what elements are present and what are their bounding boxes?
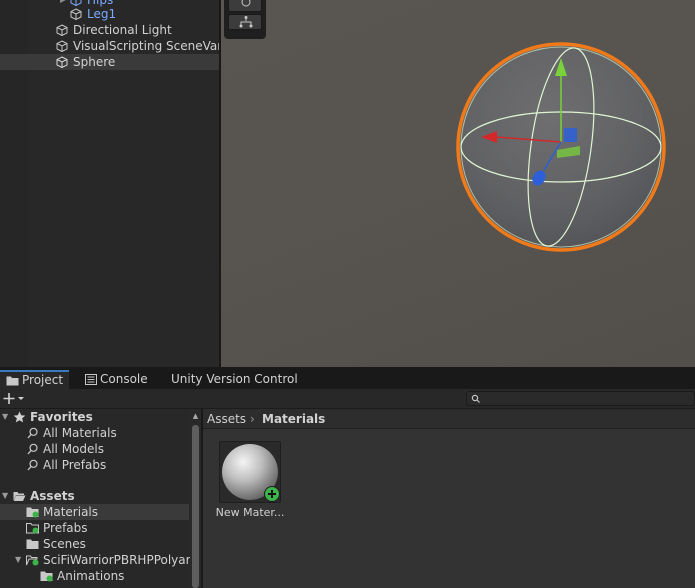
tree-item-materials[interactable]: Materials [0, 504, 189, 520]
folder-icon [6, 376, 19, 386]
tree-item-all-prefabs[interactable]: All Prefabs [0, 457, 189, 473]
breadcrumb-assets[interactable]: Assets [207, 409, 246, 429]
search-icon [27, 443, 38, 455]
collapse-arrow-icon[interactable]: ▼ [2, 409, 8, 425]
rotate-tool-icon [241, 0, 251, 7]
tree-item-label: Scenes [43, 537, 86, 551]
hierarchy-item-visualscripting[interactable]: VisualScripting SceneVari [0, 38, 219, 54]
hierarchy-tool-icon [239, 16, 253, 28]
asset-label: New Mater... [215, 506, 285, 519]
breadcrumb-materials[interactable]: Materials [262, 409, 325, 429]
search-icon [27, 427, 38, 439]
tree-item-label: All Prefabs [43, 458, 107, 472]
folder-icon [26, 539, 39, 549]
hierarchy-item-leg1[interactable]: Leg1 [0, 6, 219, 22]
tree-item-label: Favorites [30, 410, 93, 424]
tree-item-label: All Materials [43, 426, 117, 440]
hierarchy-item-label: Directional Light [73, 23, 172, 37]
tree-item-scifiwarrior[interactable]: ▼ SciFiWarriorPBRHPPolyar [0, 552, 191, 568]
tree-item-scenes[interactable]: Scenes [0, 536, 189, 552]
scene-tool-button-rotate[interactable] [228, 0, 262, 12]
gameobject-cube-icon [70, 8, 82, 20]
open-folder-icon [26, 555, 39, 566]
plus-icon [3, 393, 24, 404]
gameobject-cube-icon [56, 24, 68, 36]
tree-item-all-models[interactable]: All Models [0, 441, 189, 457]
tree-item-label: Prefabs [43, 521, 88, 535]
add-badge-icon [264, 486, 280, 502]
scene-viewport[interactable] [221, 0, 695, 367]
hierarchy-item-label: Sphere [73, 55, 116, 69]
scrollbar-thumb[interactable] [192, 425, 199, 588]
material-thumbnail[interactable] [219, 441, 281, 503]
project-folder-tree: ▼ Favorites All Materials All Models All… [0, 409, 201, 588]
tree-item-label: Animations [57, 569, 125, 583]
tree-item-label: Assets [30, 489, 75, 503]
gameobject-cube-icon [56, 40, 68, 52]
tree-item-prefabs[interactable]: Prefabs [0, 520, 189, 536]
tab-unity-version-control[interactable]: Unity Version Control [165, 370, 304, 389]
star-icon [13, 411, 26, 423]
tab-label: Project [22, 373, 64, 387]
tree-item-label: Materials [43, 505, 99, 519]
hierarchy-panel: ▶ Hips Leg1 Directional Light VisualScri… [0, 0, 219, 367]
tree-item-all-materials[interactable]: All Materials [0, 425, 189, 441]
gameobject-cube-icon [56, 56, 68, 68]
chevron-down-icon [18, 397, 24, 400]
asset-item-new-material[interactable]: New Mater... [216, 441, 284, 521]
xy-plane-handle-icon[interactable] [564, 128, 577, 142]
tab-label: Unity Version Control [171, 372, 298, 386]
folder-icon [40, 571, 53, 582]
search-icon [471, 394, 480, 403]
project-search-input[interactable] [466, 391, 695, 406]
add-asset-button[interactable] [2, 390, 28, 407]
collapse-arrow-icon[interactable]: ▼ [15, 552, 21, 568]
tree-item-assets[interactable]: ▼ Assets [0, 488, 189, 504]
scene-view[interactable] [221, 0, 695, 367]
breadcrumb-separator-icon: › [250, 412, 255, 426]
open-folder-icon [13, 492, 26, 501]
hierarchy-item-sphere[interactable]: Sphere [0, 54, 219, 70]
scene-tool-strip [224, 0, 266, 39]
tree-item-animations[interactable]: Animations [0, 568, 189, 584]
folder-icon [26, 507, 39, 518]
scene-tool-button-hierarchy[interactable] [228, 14, 262, 30]
project-toolbar [0, 389, 695, 409]
search-icon [27, 459, 38, 471]
project-tab-bar: Project Console Unity Version Control [0, 370, 695, 389]
asset-browser: Assets › Materials New Mater... [203, 409, 695, 588]
console-icon [85, 374, 97, 385]
tree-item-label: All Models [43, 442, 104, 456]
folder-icon [26, 523, 39, 534]
tree-item-label: SciFiWarriorPBRHPPolyar [43, 553, 191, 567]
hierarchy-item-label: VisualScripting SceneVari [73, 39, 219, 53]
tab-console[interactable]: Console [79, 370, 154, 389]
collapse-arrow-icon[interactable]: ▼ [2, 488, 8, 504]
tab-label: Console [100, 372, 148, 386]
tree-item-favorites[interactable]: ▼ Favorites [0, 409, 189, 425]
breadcrumb: Assets › Materials [203, 409, 695, 429]
hierarchy-item-label: Leg1 [87, 7, 117, 21]
scroll-up-arrow-icon[interactable]: ▲ [190, 411, 201, 421]
tab-project[interactable]: Project [0, 370, 70, 389]
hierarchy-item-directional-light[interactable]: Directional Light [0, 22, 219, 38]
